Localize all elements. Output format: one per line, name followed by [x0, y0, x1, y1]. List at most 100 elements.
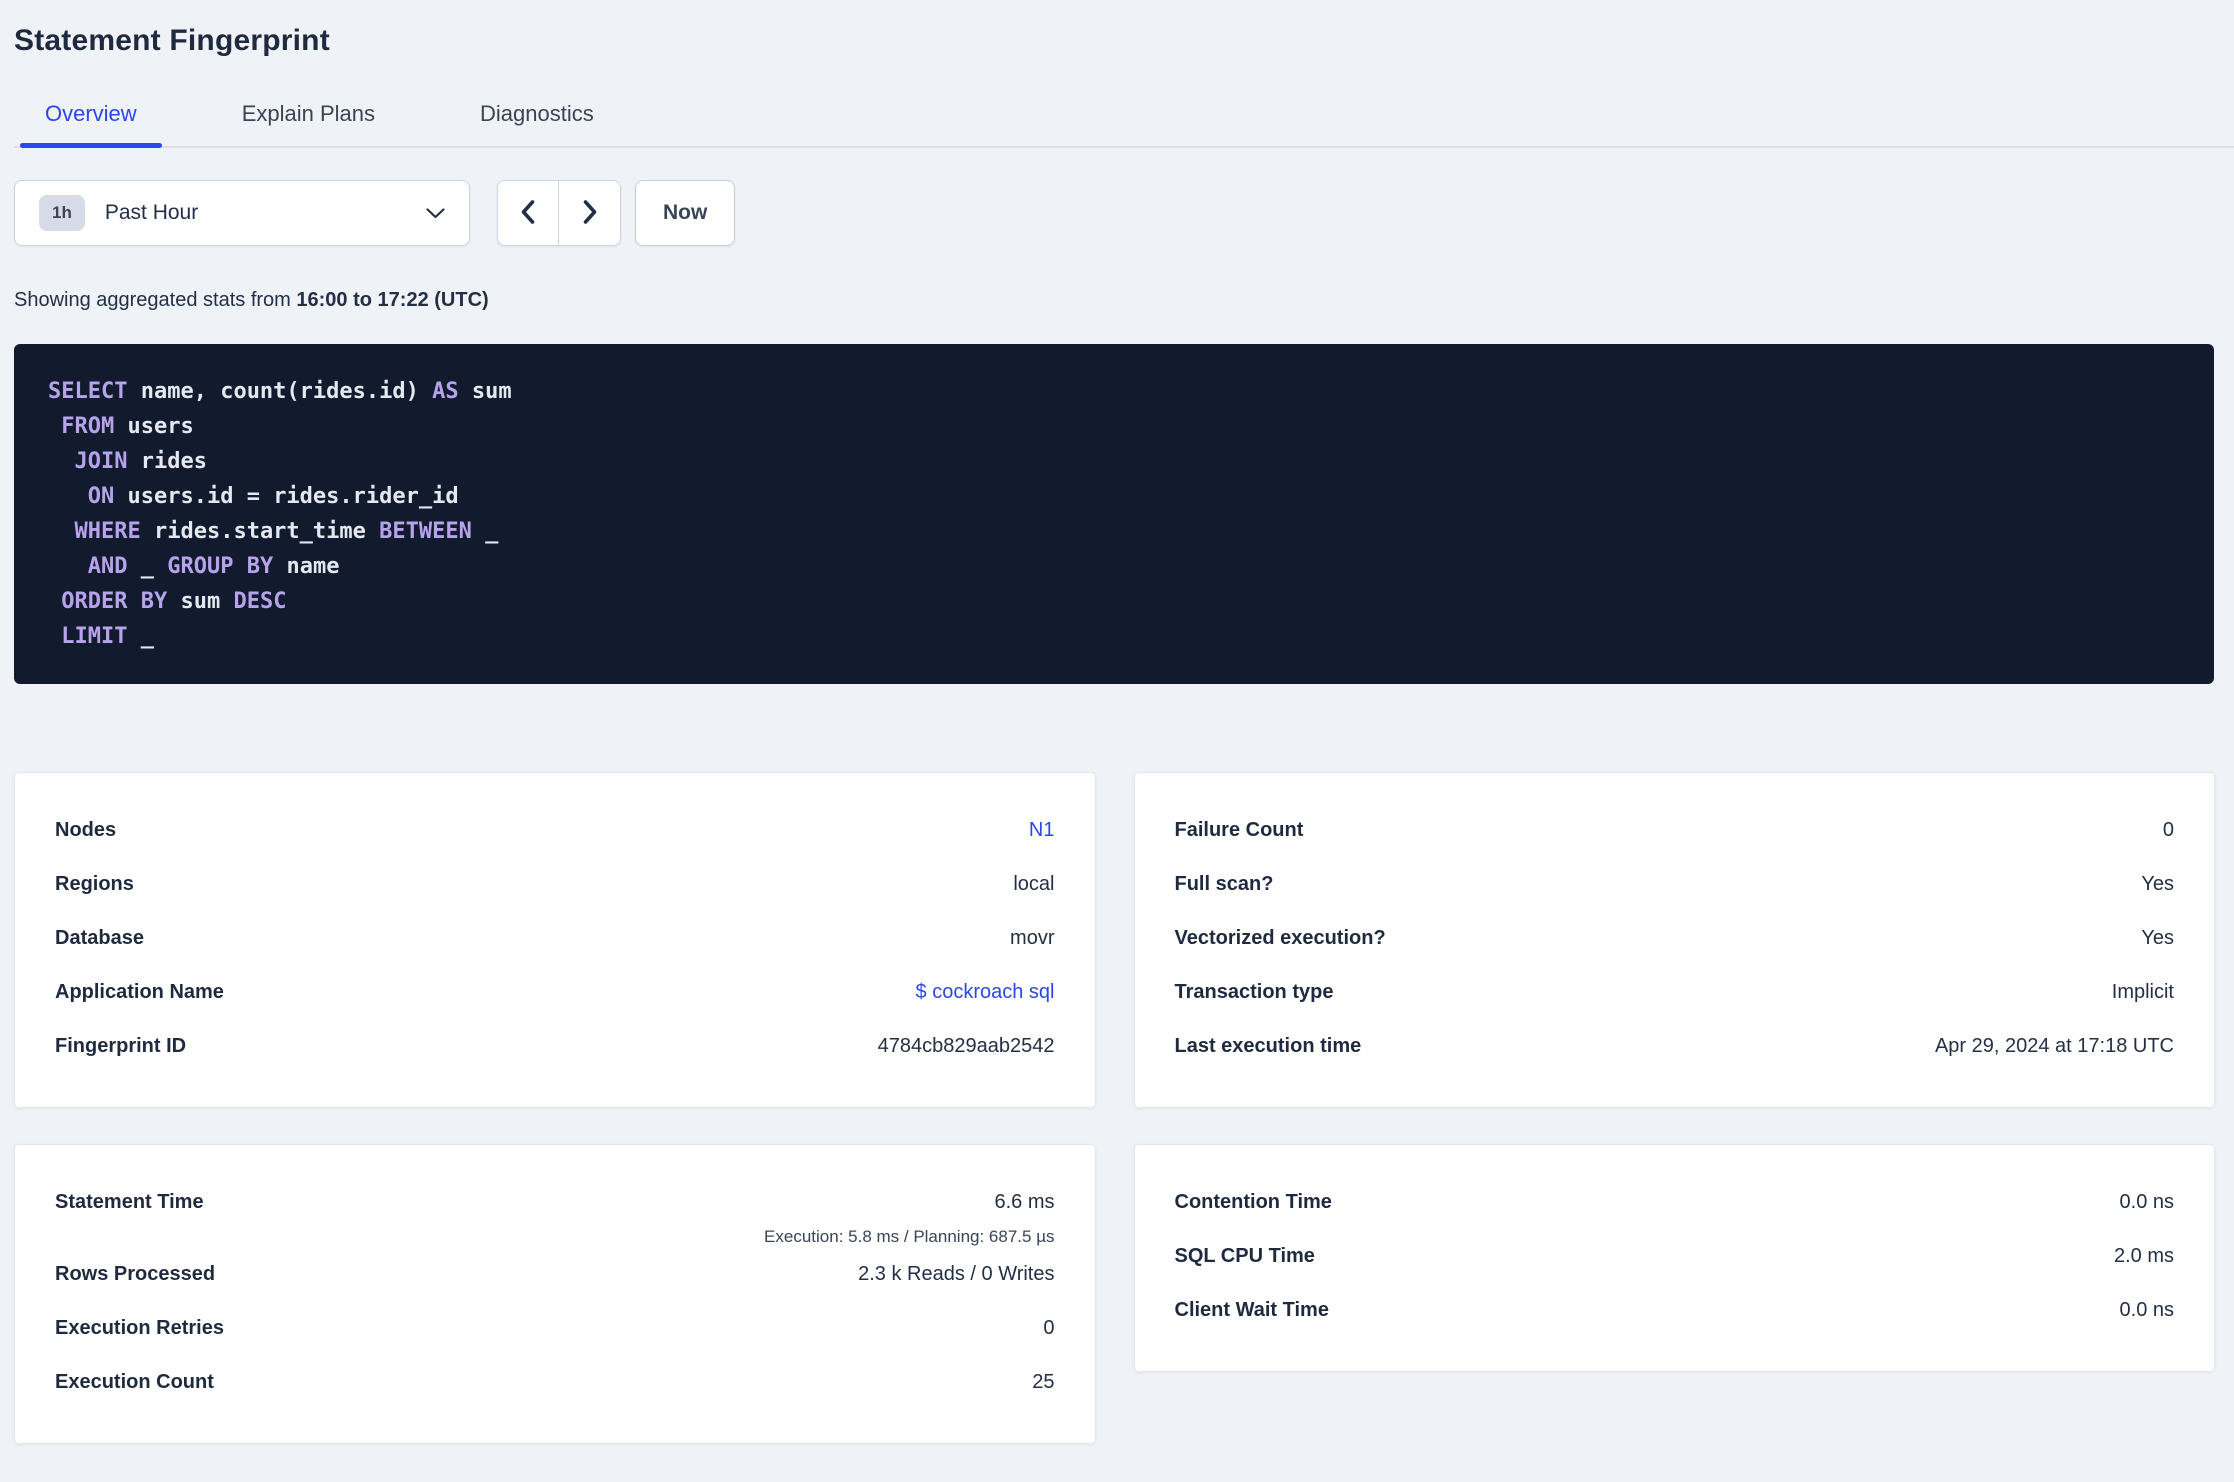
sql-keyword: WHERE	[74, 519, 141, 544]
sql-line: SELECT name, count(rides.id) AS sum	[48, 374, 2180, 409]
sql-keyword: AND	[87, 554, 128, 579]
stat-value-group: 6.6 ms Execution: 5.8 ms / Planning: 687.…	[764, 1175, 1054, 1247]
stat-label: SQL CPU Time	[1174, 1245, 1315, 1267]
stat-label: Regions	[55, 873, 134, 895]
stat-value: 4784cb829aab2542	[877, 1035, 1055, 1057]
time-range-dropdown[interactable]: 1h Past Hour	[14, 180, 470, 246]
stat-row-client-wait-time: Client Wait Time 0.0 ns	[1175, 1283, 2175, 1337]
stat-label: Execution Retries	[55, 1317, 224, 1339]
sql-text: name	[273, 554, 340, 579]
sql-line: JOIN rides	[48, 444, 2180, 479]
chevron-left-icon	[519, 199, 537, 228]
stat-value-link[interactable]: N1	[1029, 803, 1055, 857]
sql-keyword: BETWEEN	[379, 519, 472, 544]
stat-value-link[interactable]: $ cockroach sql	[916, 965, 1055, 1019]
stat-value-group: 0	[1043, 1301, 1054, 1355]
page-title: Statement Fingerprint	[14, 24, 330, 57]
stat-label: Rows Processed	[55, 1263, 216, 1285]
summary-cards-row-1: Nodes N1 Regions local Database movr Applicati…	[14, 772, 2215, 1108]
stat-value: 2.0 ms	[2113, 1245, 2174, 1267]
sql-keyword: LIMIT	[61, 624, 128, 649]
sql-keyword: SELECT	[48, 379, 128, 404]
stat-row-statement-time: Statement Time 6.6 ms Execution: 5.8 ms / …	[55, 1175, 1055, 1247]
time-range-badge: 1h	[39, 195, 85, 231]
stat-value: 2.3 k Reads / 0 Writes	[858, 1263, 1055, 1285]
stat-label: Client Wait Time	[1174, 1299, 1329, 1321]
stat-value-group: movr	[1010, 911, 1054, 965]
sql-line: LIMIT _	[48, 619, 2180, 654]
stat-value-group: Yes	[2141, 857, 2174, 911]
stat-row-regions: Regions local	[55, 857, 1055, 911]
stat-label: Failure Count	[1174, 819, 1304, 841]
stat-value-group: Apr 29, 2024 at 17:18 UTC	[1935, 1019, 2174, 1073]
sql-text: _	[127, 624, 154, 649]
stat-label: Transaction type	[1174, 981, 1334, 1003]
sql-text: sum	[167, 589, 234, 614]
stat-row-fingerprint-id: Fingerprint ID 4784cb829aab2542	[55, 1019, 1055, 1073]
sql-keyword: JOIN	[74, 449, 128, 474]
stat-row-last-execution-time: Last execution time Apr 29, 2024 at 17:18…	[1175, 1019, 2175, 1073]
time-pager	[497, 180, 621, 246]
summary-card-statement-details: Nodes N1 Regions local Database movr Applicati…	[14, 772, 1096, 1108]
sql-text: rides.start_time	[140, 519, 380, 544]
stat-value-group: $ cockroach sql	[916, 965, 1055, 1019]
sql-keyword: GROUP BY	[167, 554, 274, 579]
stat-value-group: 25	[1032, 1355, 1054, 1409]
stat-label: Fingerprint ID	[55, 1035, 187, 1057]
stat-row-nodes: Nodes N1	[55, 803, 1055, 857]
stat-value-group: local	[1013, 857, 1054, 911]
stat-value: 0	[1043, 1317, 1055, 1339]
prev-time-button[interactable]	[498, 181, 559, 245]
tab-diagnostics[interactable]: Diagnostics	[455, 102, 619, 146]
tab-label: Diagnostics	[480, 101, 594, 126]
next-time-button[interactable]	[559, 181, 620, 245]
stat-row-vectorized-execution: Vectorized execution? Yes	[1175, 911, 2175, 965]
sql-keyword: DESC	[233, 589, 287, 614]
stat-value: Yes	[2141, 927, 2174, 949]
tab-explain-plans[interactable]: Explain Plans	[217, 102, 400, 146]
summary-cards-row-2: Statement Time 6.6 ms Execution: 5.8 ms / …	[14, 1144, 2215, 1444]
stat-label: Execution Count	[55, 1371, 214, 1393]
tab-label: Overview	[45, 101, 137, 126]
stat-value: 0.0 ns	[2119, 1191, 2174, 1213]
stat-label: Contention Time	[1174, 1191, 1332, 1213]
stat-value: 0	[2162, 819, 2174, 841]
sql-keyword: ORDER BY	[61, 589, 168, 614]
stat-row-application-name: Application Name $ cockroach sql	[55, 965, 1055, 1019]
stat-row-execution-retries: Execution Retries 0	[55, 1301, 1055, 1355]
sql-line: WHERE rides.start_time BETWEEN _	[48, 514, 2180, 549]
time-toolbar: 1h Past Hour Now	[14, 180, 2214, 246]
tab-label: Explain Plans	[241, 101, 375, 126]
stat-value-group: 0	[2163, 803, 2174, 857]
stat-row-transaction-type: Transaction type Implicit	[1175, 965, 2175, 1019]
sql-text: users.id = rides.rider_id	[114, 484, 459, 509]
stat-label: Application Name	[55, 981, 224, 1003]
sql-text: _	[127, 554, 168, 579]
chevron-down-icon	[426, 207, 445, 219]
stat-row-sql-cpu-time: SQL CPU Time 2.0 ms	[1175, 1229, 2175, 1283]
stat-subvalue: Execution: 5.8 ms / Planning: 687.5 µs	[764, 1227, 1055, 1246]
stat-label: Statement Time	[55, 1191, 204, 1213]
stat-value: 0.0 ns	[2119, 1299, 2174, 1321]
summary-card-wait-times: Contention Time 0.0 ns SQL CPU Time 2.0 ms C…	[1133, 1144, 2215, 1372]
stat-row-failure-count: Failure Count 0	[1175, 803, 2175, 857]
stat-value: Apr 29, 2024 at 17:18 UTC	[1934, 1035, 2174, 1057]
stat-value-group: Implicit	[2112, 965, 2174, 1019]
sql-statement-box: SELECT name, count(rides.id) AS sum FROM…	[14, 344, 2214, 684]
stat-value-group: Yes	[2141, 911, 2174, 965]
now-button[interactable]: Now	[635, 180, 736, 246]
sql-keyword: AS	[432, 379, 459, 404]
stat-value: Implicit	[2111, 981, 2174, 1003]
chevron-right-icon	[581, 199, 599, 228]
tab-overview[interactable]: Overview	[20, 101, 162, 148]
stat-value: movr	[1010, 927, 1055, 949]
stat-row-contention-time: Contention Time 0.0 ns	[1175, 1175, 2175, 1229]
aggregation-note-range: 16:00 to 17:22 (UTC)	[296, 289, 489, 311]
stat-value-group: 0.0 ns	[2120, 1283, 2174, 1337]
